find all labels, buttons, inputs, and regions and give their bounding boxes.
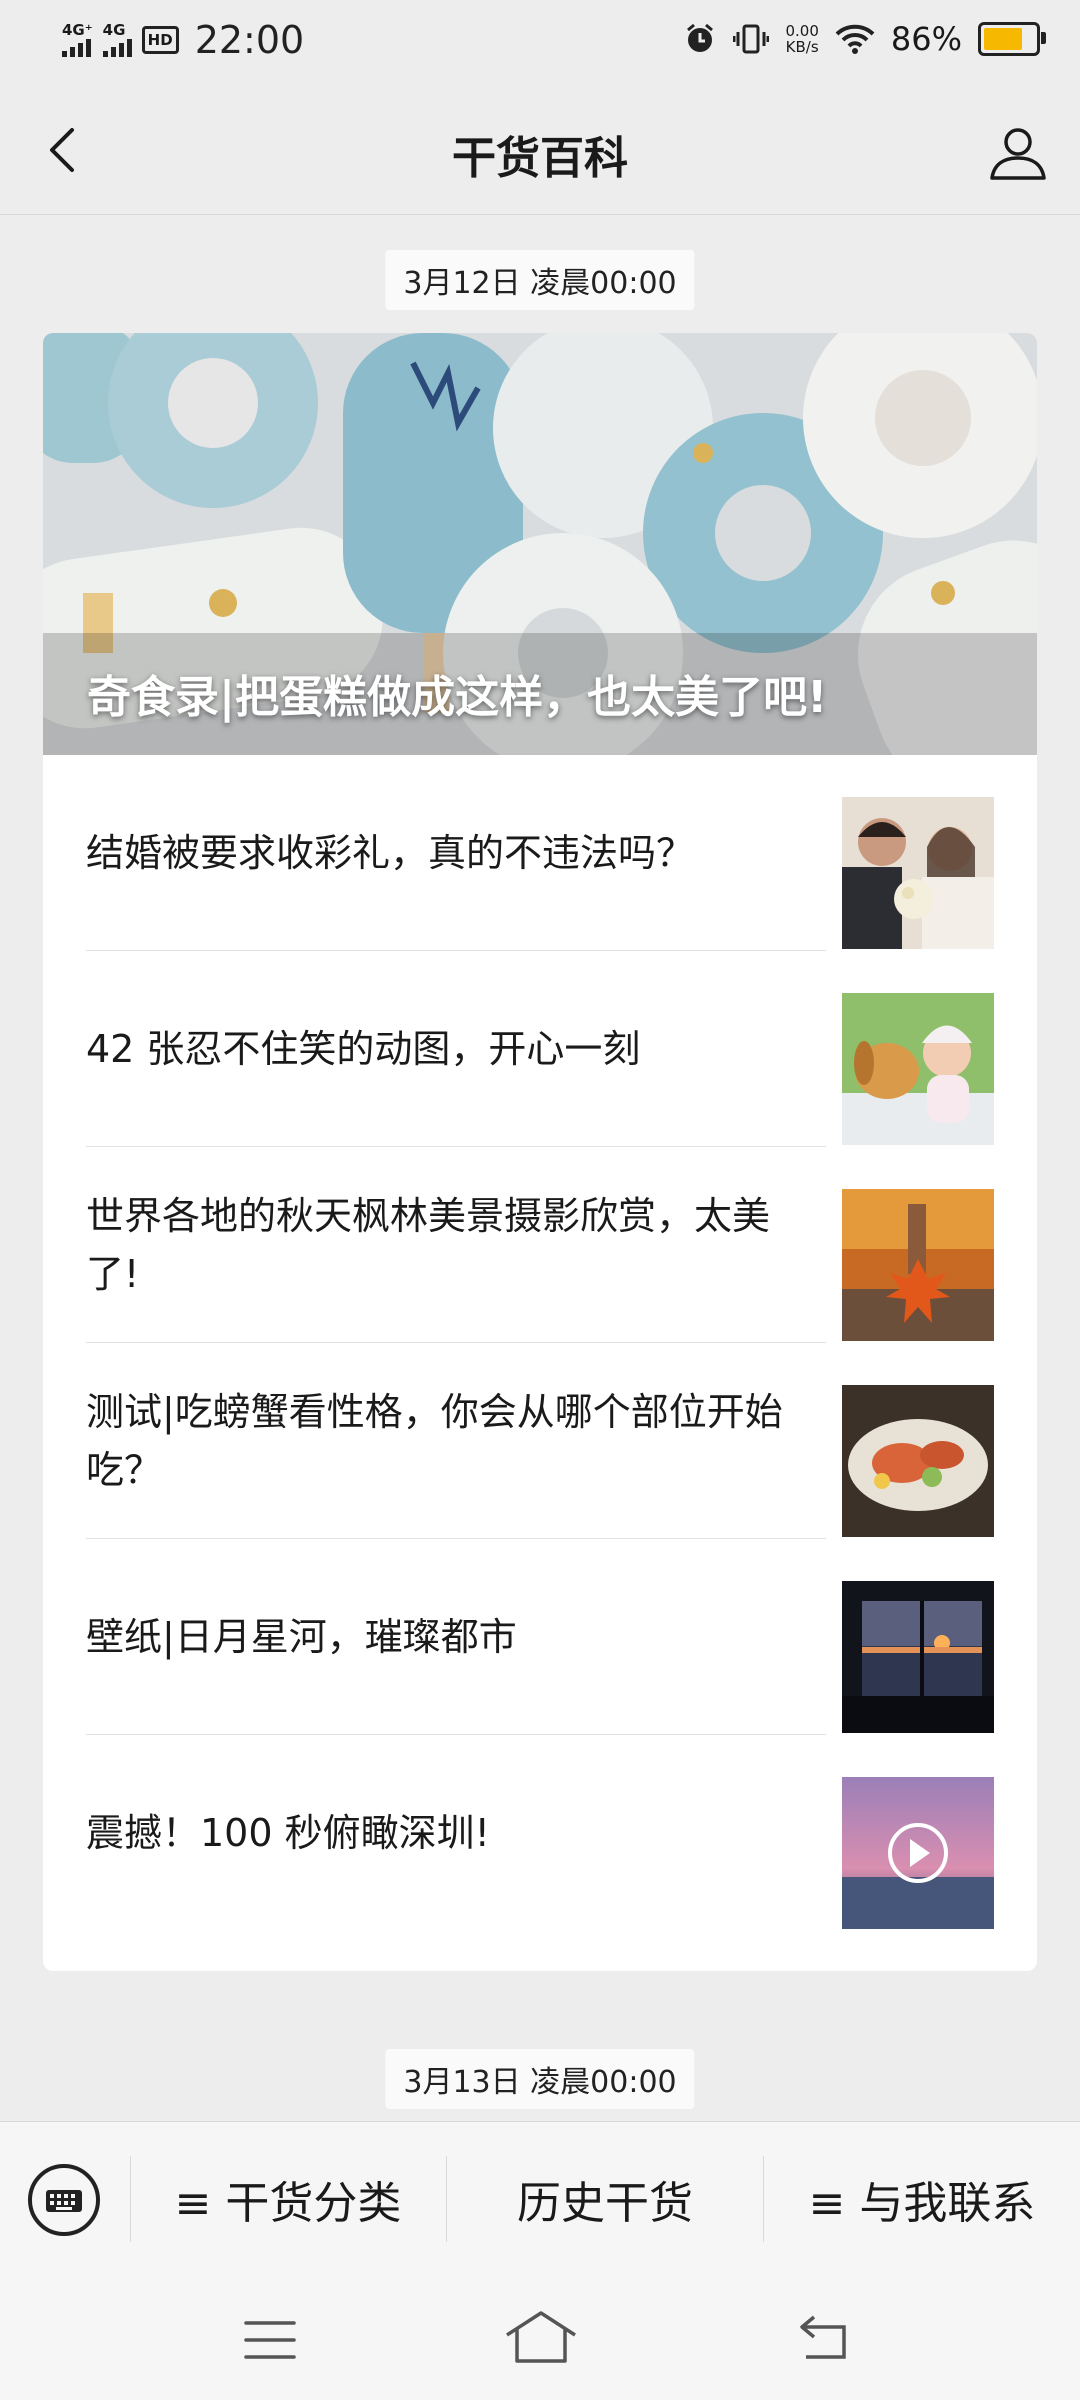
home-icon[interactable] bbox=[503, 2309, 579, 2365]
status-right: 0.00 KB/s 86% bbox=[683, 20, 1046, 58]
back-arrow-icon[interactable] bbox=[796, 2311, 852, 2363]
status-left: 4G⁺ 4G HD 22:00 bbox=[62, 18, 304, 62]
date-stamp: 3月12日 凌晨00:00 bbox=[385, 250, 695, 310]
crab-dish-thumbnail bbox=[842, 1385, 994, 1537]
person-icon[interactable] bbox=[986, 120, 1050, 184]
wedding-couple-thumbnail bbox=[842, 797, 994, 949]
article-card: 奇食录|把蛋糕做成这样，也太美了吧! 结婚被要求收彩礼，真的不违法吗？ 42 张… bbox=[43, 333, 1037, 1971]
signal-bars-icon bbox=[62, 37, 91, 57]
menu-dry-goods-categories[interactable]: ≡ 干货分类 bbox=[131, 2122, 445, 2276]
battery-percent: 86% bbox=[890, 20, 962, 58]
page-title: 干货百科 bbox=[452, 133, 628, 184]
list-item[interactable]: 测试|吃螃蟹看性格，你会从哪个部位开始吃？ bbox=[86, 1343, 994, 1539]
hero-article[interactable]: 奇食录|把蛋糕做成这样，也太美了吧! bbox=[43, 333, 1037, 755]
article-title: 结婚被要求收彩礼，真的不违法吗？ bbox=[86, 831, 695, 875]
menu-icon[interactable] bbox=[240, 2315, 300, 2365]
signal-bars-icon bbox=[102, 37, 132, 57]
date-stamp: 3月13日 凌晨00:00 bbox=[385, 2049, 695, 2109]
sim2-signal: 4G bbox=[102, 23, 132, 57]
puppy-and-baby-thumbnail bbox=[842, 993, 994, 1145]
list-item[interactable]: 壁纸|日月星河，璀璨都市 bbox=[86, 1539, 994, 1735]
article-title: 壁纸|日月星河，璀璨都市 bbox=[86, 1615, 517, 1659]
menu-history[interactable]: 历史干货 bbox=[447, 2122, 763, 2276]
bottom-menu: ≡ 干货分类 历史干货 ≡ 与我联系 bbox=[0, 2121, 1080, 2276]
network-speed: 0.00 KB/s bbox=[785, 22, 819, 56]
list-item[interactable]: 震撼！100 秒俯瞰深圳! bbox=[86, 1735, 994, 1931]
alarm-icon bbox=[687, 23, 714, 52]
keyboard-icon[interactable] bbox=[28, 2164, 100, 2236]
status-bar: 4G⁺ 4G HD 22:00 0.00 KB/s 86% bbox=[0, 0, 1080, 84]
article-title: 世界各地的秋天枫林美景摄影欣赏，太美了! bbox=[86, 1194, 771, 1296]
article-title: 42 张忍不住笑的动图，开心一刻 bbox=[86, 1027, 641, 1071]
sim1-signal: 4G⁺ bbox=[62, 23, 93, 57]
shenzhen-video-thumbnail bbox=[842, 1777, 994, 1929]
hero-title: 奇食录|把蛋糕做成这样，也太美了吧! bbox=[87, 672, 828, 723]
list-item[interactable]: 42 张忍不住笑的动图，开心一刻 bbox=[86, 951, 994, 1147]
battery-icon bbox=[978, 22, 1046, 56]
article-title: 测试|吃螃蟹看性格，你会从哪个部位开始吃？ bbox=[86, 1390, 783, 1492]
nav-bar: 干货百科 bbox=[0, 84, 1080, 215]
sunset-window-thumbnail bbox=[842, 1581, 994, 1733]
autumn-maple-thumbnail bbox=[842, 1189, 994, 1341]
menu-contact-me[interactable]: ≡ 与我联系 bbox=[764, 2122, 1080, 2276]
clock: 22:00 bbox=[194, 18, 305, 62]
list-item[interactable]: 结婚被要求收彩礼，真的不违法吗？ bbox=[86, 755, 994, 951]
wifi-icon bbox=[835, 24, 875, 54]
list-item[interactable]: 世界各地的秋天枫林美景摄影欣赏，太美了! bbox=[86, 1147, 994, 1343]
battery-level bbox=[984, 28, 1022, 50]
hd-voice-icon: HD bbox=[141, 26, 179, 54]
system-navigation-bar bbox=[0, 2275, 1080, 2400]
vibrate-icon bbox=[733, 24, 770, 54]
article-title: 震撼！100 秒俯瞰深圳! bbox=[86, 1811, 490, 1855]
